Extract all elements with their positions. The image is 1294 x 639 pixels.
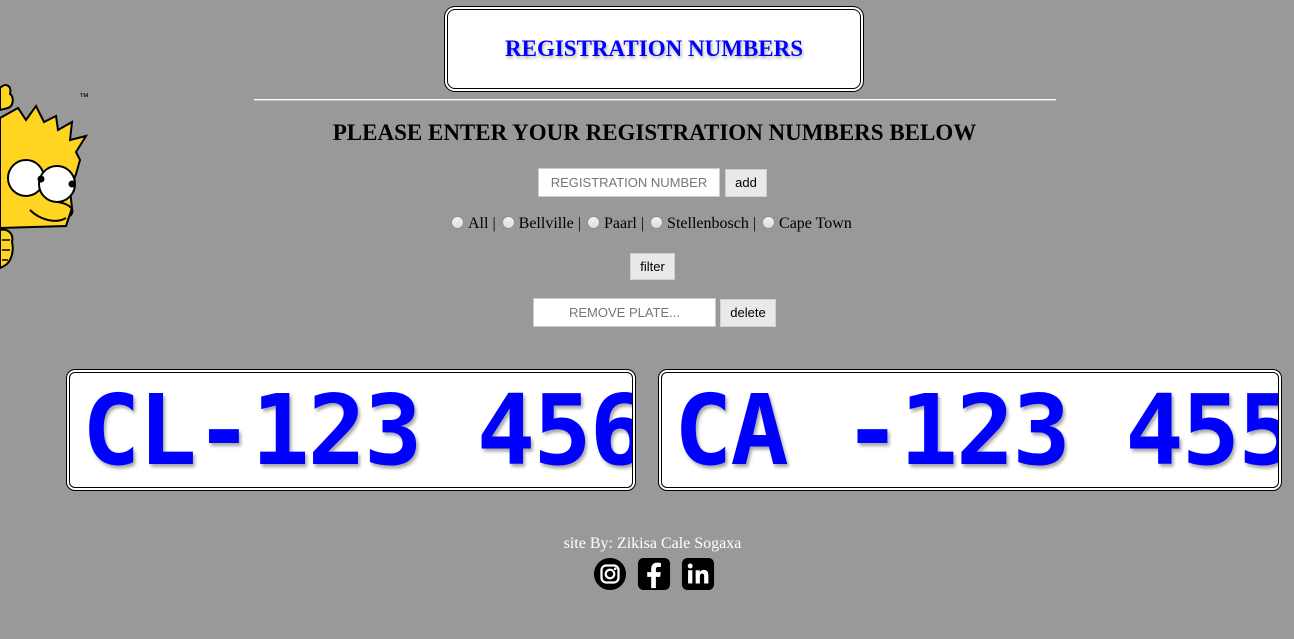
separator: | bbox=[577, 215, 581, 232]
add-plate-form: add bbox=[538, 168, 767, 197]
radio-button[interactable] bbox=[762, 215, 776, 229]
title-box: REGISTRATION NUMBERS bbox=[447, 9, 861, 89]
radio-button[interactable] bbox=[501, 215, 515, 229]
plate-card: CL-123 456 bbox=[69, 372, 633, 488]
page: ™ REGISTRATION NUMBERS PLEASE ENTER YOUR… bbox=[0, 0, 1294, 639]
social-links bbox=[593, 556, 715, 592]
town-filter-options: All | Bellville | Paarl | Stellenbosch |… bbox=[450, 215, 852, 233]
delete-button[interactable]: delete bbox=[720, 298, 776, 327]
radio-button[interactable] bbox=[650, 215, 664, 229]
instructions-heading: PLEASE ENTER YOUR REGISTRATION NUMBERS B… bbox=[332, 120, 977, 145]
remove-plate-input[interactable] bbox=[533, 298, 716, 327]
separator: | bbox=[640, 215, 645, 232]
radio-option-all[interactable]: All | bbox=[450, 215, 501, 233]
separator: | bbox=[492, 215, 496, 232]
linkedin-icon[interactable] bbox=[681, 556, 715, 592]
add-button[interactable]: add bbox=[725, 168, 767, 197]
remove-plate-form: delete bbox=[533, 298, 776, 327]
filter-button[interactable]: filter bbox=[630, 253, 675, 280]
radio-label: Bellville bbox=[518, 215, 574, 232]
facebook-icon[interactable] bbox=[637, 556, 671, 592]
page-title: REGISTRATION NUMBERS bbox=[505, 36, 803, 61]
filter-row: filter bbox=[630, 253, 675, 280]
plate-number: CA -123 455 bbox=[674, 373, 1279, 487]
divider bbox=[254, 99, 1056, 101]
radio-button[interactable] bbox=[451, 215, 464, 229]
cartoon-mascot-image bbox=[0, 84, 89, 270]
radio-label: Paarl bbox=[603, 215, 637, 232]
footer-credit: site By: Zikisa Cale Sogaxa bbox=[563, 535, 742, 552]
instagram-icon[interactable] bbox=[593, 556, 627, 592]
radio-button[interactable] bbox=[586, 215, 600, 229]
radio-label: Stellenbosch bbox=[667, 215, 749, 232]
radio-option-paarl[interactable]: Paarl | bbox=[586, 215, 649, 233]
plate-card: CA -123 455 bbox=[661, 372, 1279, 488]
radio-option-stellenbosch[interactable]: Stellenbosch | bbox=[649, 215, 761, 233]
radio-label: All bbox=[468, 215, 489, 232]
plate-number: CL-123 456 bbox=[82, 373, 633, 487]
radio-label: Cape Town bbox=[779, 215, 852, 232]
trademark-symbol: ™ bbox=[79, 92, 89, 103]
radio-option-bellville[interactable]: Bellville | bbox=[501, 215, 586, 233]
radio-option-cape-town[interactable]: Cape Town bbox=[761, 215, 852, 233]
separator: | bbox=[752, 215, 757, 232]
registration-number-input[interactable] bbox=[538, 168, 720, 197]
